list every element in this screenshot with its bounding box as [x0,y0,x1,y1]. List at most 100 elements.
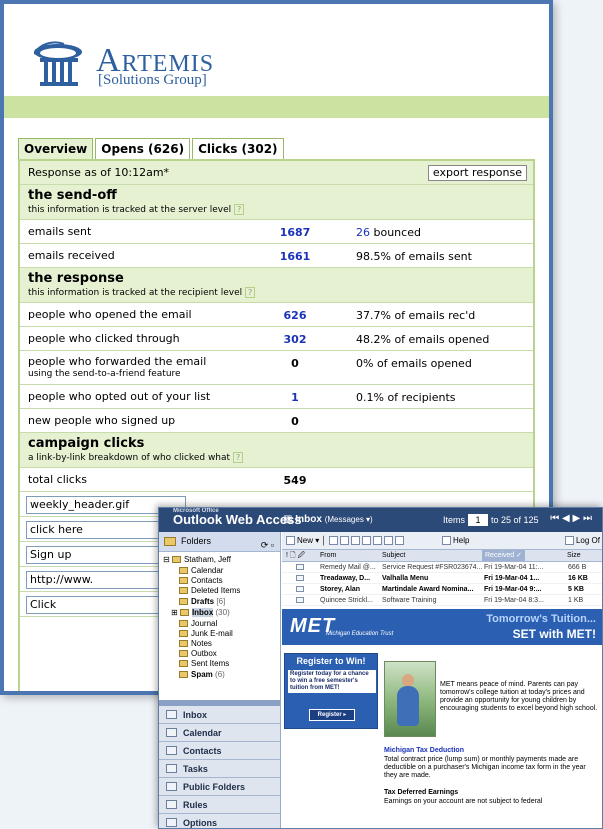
stat-label: new people who signed up [28,414,176,427]
tree-notes[interactable]: Notes [179,639,212,649]
stat-detail: 0.1% of recipients [356,391,456,404]
emails-received-link[interactable]: 1661 [275,250,315,263]
student-photo [384,661,436,737]
nav-contacts-button[interactable]: Contacts [159,742,280,760]
nav-tasks-button[interactable]: Tasks [159,760,280,778]
envelope-icon [296,564,304,570]
owa-header: Microsoft Office Outlook Web Access ▦ Inb… [159,508,602,532]
logoff-button[interactable]: Log Of [564,532,600,549]
nav-calendar-button[interactable]: Calendar [159,724,280,742]
stat-label: emails received [28,249,115,262]
message-pane: New ▾ │ Help Log Of ! 🗋 🖉 From Subject R… [282,532,602,828]
tree-user[interactable]: ⊟ Statham, Jeff [163,555,231,565]
col-received[interactable]: Received ✓ [482,550,525,561]
toolbar-actions[interactable]: │ [321,536,405,546]
flag-columns[interactable]: ! 🗋 🖉 [286,550,305,561]
section-title: the send-off [28,188,117,203]
stat-label: emails sent [28,225,92,238]
col-subject[interactable]: Subject [382,550,405,561]
view-icon [383,536,393,546]
rules-icon [166,800,177,809]
tree-sent[interactable]: Sent Items [179,659,229,669]
page-input[interactable]: 1 [468,514,489,526]
register-button[interactable]: Register ▸ [309,709,355,721]
nav-public-folders-button[interactable]: Public Folders [159,778,280,796]
stat-row: total clicks 549 [20,468,533,492]
register-text: Register today for a chance to win a fre… [288,670,376,693]
response-section-header: the response this information is tracked… [20,268,533,303]
stat-detail: 0% of emails opened [356,357,472,370]
section-subtitle: this information is tracked at the recip… [28,288,243,298]
section-title: campaign clicks [28,436,145,451]
new-button[interactable]: New ▾ [286,536,319,546]
reply-all-icon [361,536,371,546]
met-tagline: SET with MET! [512,627,596,641]
tax-deferred-text: Earnings on your account are not subject… [384,798,543,805]
help-icon[interactable]: ? [234,204,245,215]
tax-deferred-heading: Tax Deferred Earnings [384,789,459,796]
reply-icon [350,536,360,546]
stat-row: people who opened the email 626 37.7% of… [20,303,533,327]
nav-rules-button[interactable]: Rules [159,796,280,814]
section-subtitle: this information is tracked at the serve… [28,205,232,215]
tree-calendar[interactable]: Calendar [179,566,223,576]
tab-overview[interactable]: Overview [18,138,94,160]
help-button[interactable]: Help [442,532,469,549]
stat-detail: 98.5% of emails sent [356,250,472,263]
message-row[interactable]: Remedy Mail @... Service Request #FSR023… [282,562,602,573]
stat-sublabel: using the send-to-a-friend feature [28,369,181,379]
clicked-link[interactable]: 302 [275,333,315,346]
tab-opens[interactable]: Opens (626) [95,138,191,160]
export-response-button[interactable]: export response [427,165,527,181]
help-icon[interactable]: ? [233,452,244,463]
tab-clicks[interactable]: Clicks (302) [192,138,284,160]
folders-header: Folders ⟳ ▫ [159,532,280,552]
stat-row: emails sent 1687 26 bounced [20,220,533,244]
move-icon [328,536,338,546]
col-size[interactable]: Size [567,550,581,561]
response-timestamp: Response as of 10:12am* [28,166,170,179]
stat-row: people who forwarded the email using the … [20,351,533,385]
tree-drafts[interactable]: Drafts [6] [179,597,225,607]
options-icon [166,818,177,827]
tree-outbox[interactable]: Outbox [179,649,217,659]
message-row[interactable]: Storey, Alan Martindale Award Nomina... … [282,584,602,595]
stat-row: people who opted out of your list 1 0.1%… [20,385,533,409]
stat-row: emails received 1661 98.5% of emails sen… [20,244,533,268]
folder-tree: ⊟ Statham, Jeff Calendar Contacts Delete… [159,552,280,700]
stat-label: total clicks [28,473,87,486]
opened-link[interactable]: 626 [275,309,315,322]
help-icon[interactable]: ? [245,287,256,298]
met-intro-text: MET means peace of mind. Parents can pay… [440,681,598,712]
tax-deduction-text: Total contract price (lump sum) or month… [384,756,586,779]
message-row[interactable]: Quincee Strickl... Software Training Fri… [282,595,602,606]
message-list-header: ! 🗋 🖉 From Subject Received ✓ Size [282,550,602,562]
register-title: Register to Win! [296,656,366,666]
register-promo: Register to Win! Register today for a ch… [284,653,378,729]
tree-contacts[interactable]: Contacts [179,576,223,586]
tree-inbox[interactable]: ⊞ Inbox (30) [171,608,230,618]
column-logo-icon [34,41,82,86]
nav-options-button[interactable]: Options [159,814,280,828]
tree-journal[interactable]: Journal [179,619,217,629]
message-row[interactable]: Treadaway, D... Valhalla Menu Fri 19-Mar… [282,573,602,584]
bounced-link[interactable]: 26 [356,226,370,239]
nav-inbox-button[interactable]: Inbox [159,706,280,724]
help-circle-icon [442,536,451,546]
emails-sent-link[interactable]: 1687 [275,226,315,239]
stat-detail: 37.7% of emails rec'd [356,309,476,322]
stat-value: 0 [291,415,299,428]
col-from[interactable]: From [320,550,336,561]
stat-detail: 26 bounced [356,226,421,239]
tax-deduction-link[interactable]: Michigan Tax Deduction [384,747,464,754]
current-folder: ▦ Inbox (Messages ▾) [283,514,373,525]
tree-spam[interactable]: Spam (6) [179,670,225,680]
tree-deleted[interactable]: Deleted Items [179,586,240,596]
stat-row: people who clicked through 302 48.2% of … [20,327,533,351]
folder-icon [164,537,176,546]
opted-out-link[interactable]: 1 [275,391,315,404]
contacts-icon [166,746,177,755]
pager-arrows-icon[interactable]: ⏮ ◀ ▶ ⏭ [550,513,592,524]
tree-junk[interactable]: Junk E-mail [179,629,233,639]
outlook-window: Microsoft Office Outlook Web Access ▦ Inb… [158,507,603,829]
